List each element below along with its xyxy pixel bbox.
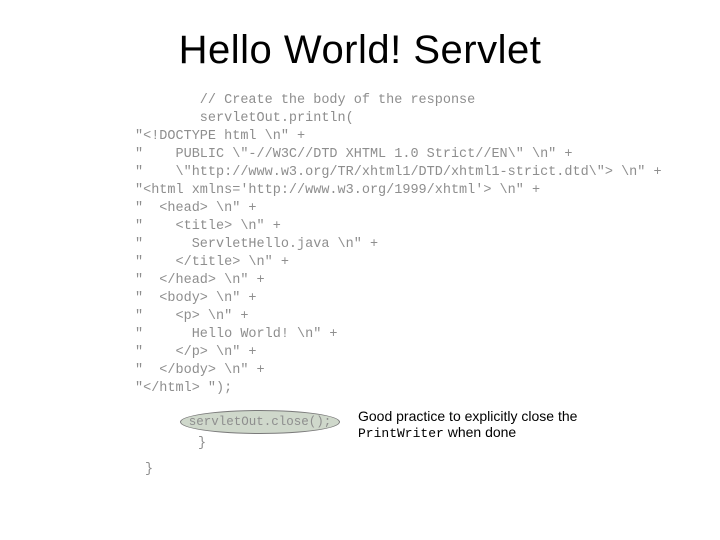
code-line: " </p> \n" + (135, 344, 695, 362)
code-line: " ServletHello.java \n" + (135, 236, 695, 254)
code-line: " <body> \n" + (135, 290, 695, 308)
annotation-text: Good practice to explicitly close the Pr… (358, 408, 658, 442)
highlight-oval: servletOut.close(); (180, 410, 340, 434)
code-line: "</html> "); (135, 380, 695, 398)
slide: Hello World! Servlet // Create the body … (0, 0, 720, 540)
code-line: " \"http://www.w3.org/TR/xhtml1/DTD/xhtm… (135, 164, 695, 182)
annotation-suffix: when done (444, 424, 516, 440)
code-line: " <p> \n" + (135, 308, 695, 326)
inner-close-brace: } (198, 436, 206, 451)
code-line: " Hello World! \n" + (135, 326, 695, 344)
code-block: // Create the body of the response servl… (135, 92, 695, 398)
slide-title: Hello World! Servlet (0, 28, 720, 73)
close-call-code: servletOut.close(); (189, 415, 332, 429)
outer-close-brace: } (145, 462, 153, 477)
code-line: " PUBLIC \"-//W3C//DTD XHTML 1.0 Strict/… (135, 146, 695, 164)
code-line: // Create the body of the response (135, 92, 695, 110)
code-line: " </body> \n" + (135, 362, 695, 380)
code-line: " <head> \n" + (135, 200, 695, 218)
code-line: "<html xmlns='http://www.w3.org/1999/xht… (135, 182, 695, 200)
code-line: " </head> \n" + (135, 272, 695, 290)
code-line: "<!DOCTYPE html \n" + (135, 128, 695, 146)
annotation-mono: PrintWriter (358, 426, 444, 441)
code-line: servletOut.println( (135, 110, 695, 128)
code-line: " </title> \n" + (135, 254, 695, 272)
annotation-group: servletOut.close(); } Good practice to e… (180, 410, 680, 450)
code-line: " <title> \n" + (135, 218, 695, 236)
annotation-prefix: Good practice to explicitly close the (358, 408, 577, 424)
